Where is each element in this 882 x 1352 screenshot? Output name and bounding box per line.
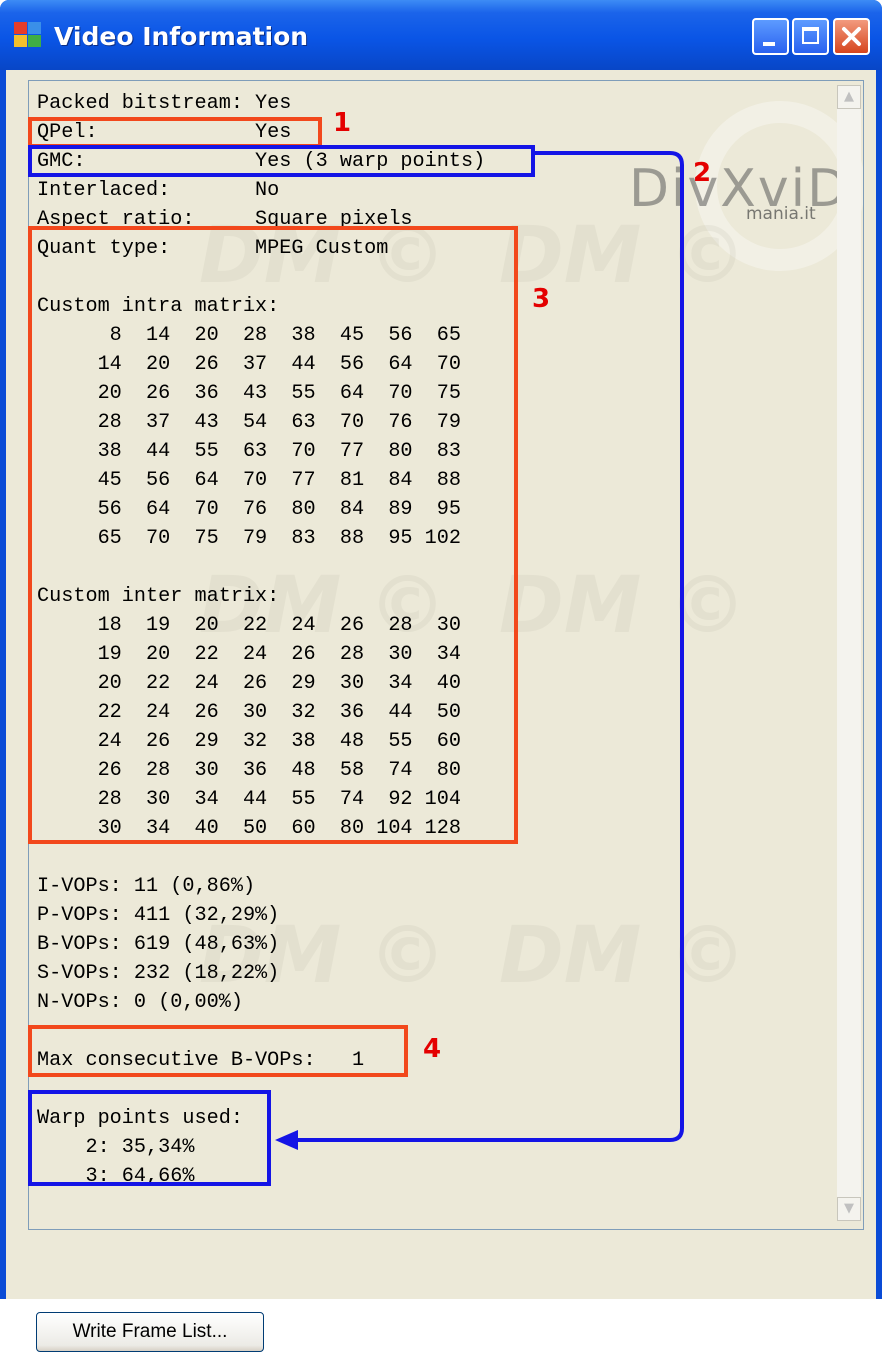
- minimize-icon: [763, 42, 775, 46]
- watermark-divx-logo: DivXviD: [629, 159, 850, 219]
- info-line: P-VOPs: 411 (32,29%): [37, 904, 280, 927]
- annotation-label-4: 4: [423, 1034, 442, 1064]
- maximize-icon: [802, 27, 819, 44]
- scroll-down-arrow-icon[interactable]: ▼: [837, 1197, 861, 1221]
- write-frame-list-button[interactable]: Write Frame List...: [36, 1312, 264, 1352]
- annotation-box-quant-matrices: [28, 226, 518, 844]
- info-line: S-VOPs: 232 (18,22%): [37, 962, 280, 985]
- info-line: I-VOPs: 11 (0,86%): [37, 875, 256, 898]
- close-icon: [842, 27, 861, 46]
- info-line: Packed bitstream: Yes: [37, 92, 292, 115]
- title-bar[interactable]: Video Information: [0, 0, 882, 70]
- window-title: Video Information: [54, 22, 309, 51]
- annotation-label-2: 2: [693, 158, 712, 188]
- annotation-box-max-bvops: [28, 1025, 408, 1077]
- minimize-button[interactable]: [752, 18, 789, 55]
- scroll-up-arrow-icon[interactable]: ▲: [837, 85, 861, 109]
- watermark-dm: DM ©: [499, 561, 747, 651]
- info-line: B-VOPs: 619 (48,63%): [37, 933, 280, 956]
- info-line: Interlaced: No: [37, 179, 280, 202]
- annotation-box-gmc: [28, 145, 535, 177]
- annotation-label-1: 1: [333, 108, 352, 138]
- watermark-dm: DM ©: [499, 911, 747, 1001]
- annotation-box-qpel: [28, 117, 322, 148]
- close-button[interactable]: [833, 18, 870, 55]
- watermark-site: mania.it: [746, 204, 816, 224]
- info-line: N-VOPs: 0 (0,00%): [37, 991, 243, 1014]
- vertical-scrollbar[interactable]: ▲ ▼: [837, 85, 861, 1221]
- annotation-box-warp-points: [28, 1090, 271, 1186]
- annotation-label-3: 3: [532, 284, 551, 314]
- app-icon: [14, 22, 42, 48]
- maximize-button[interactable]: [792, 18, 829, 55]
